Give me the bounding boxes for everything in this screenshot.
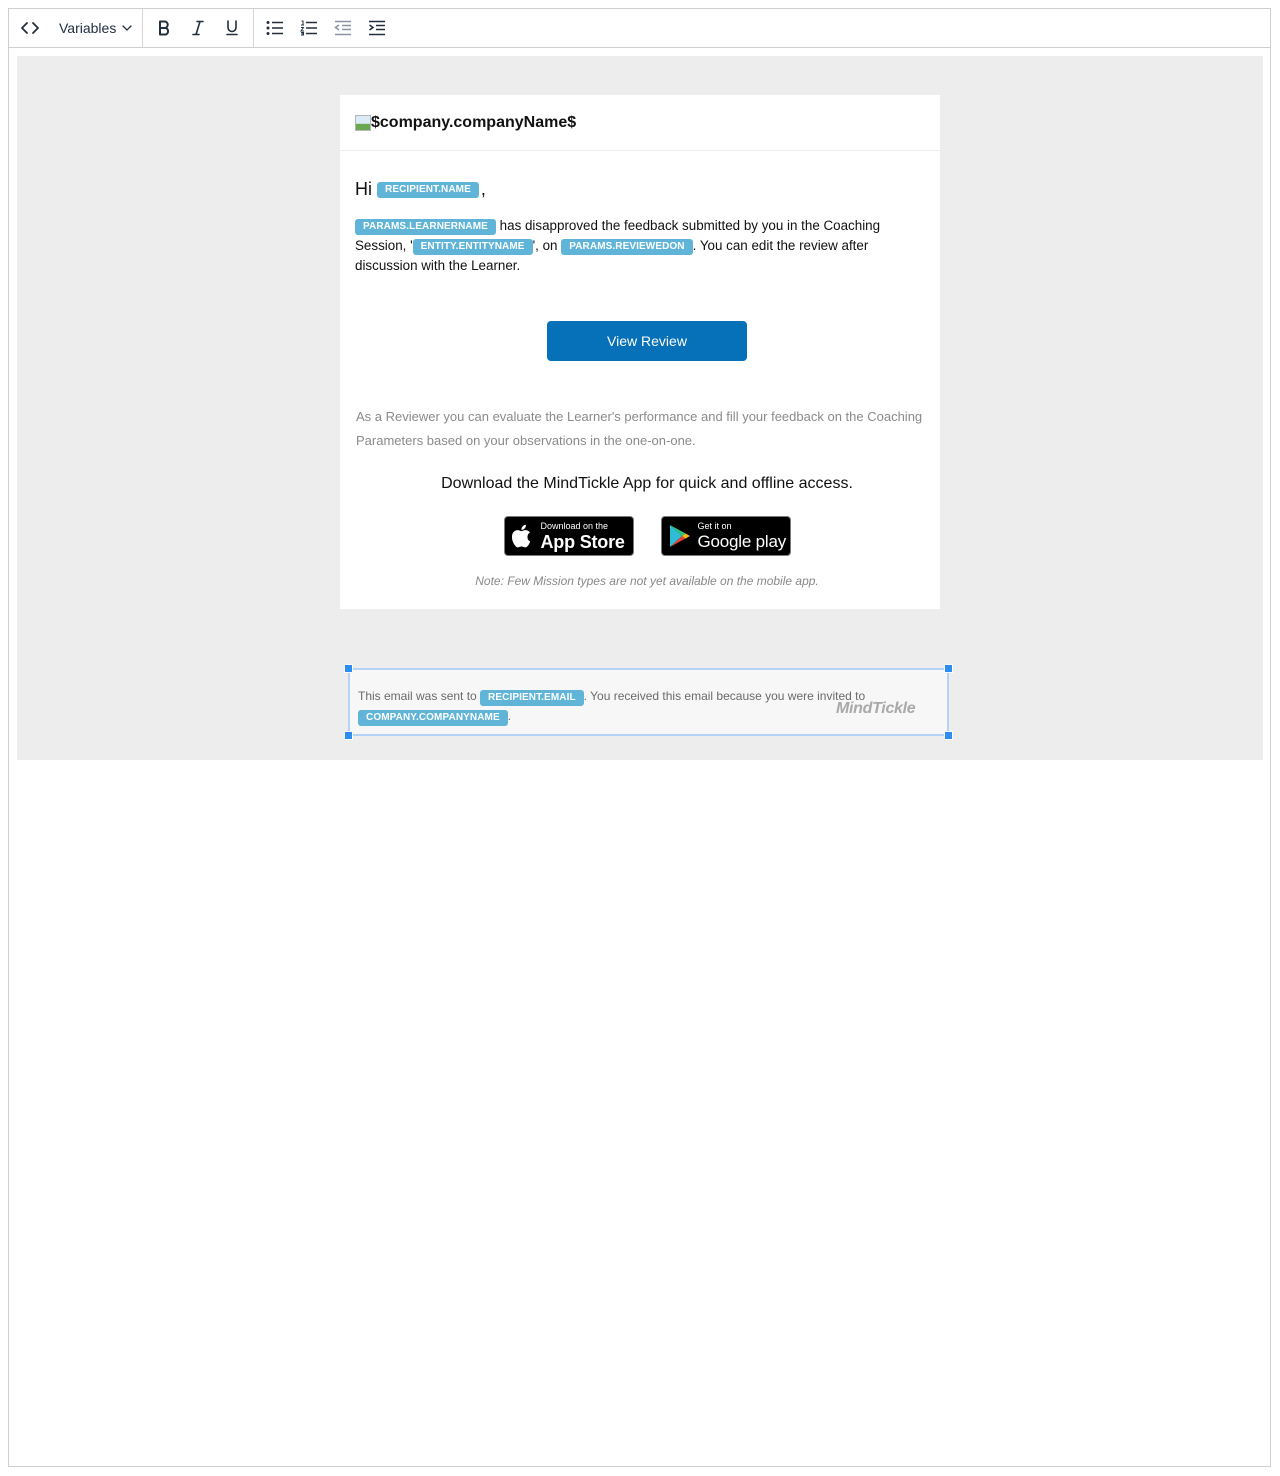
variable-tag-recipient-name[interactable]: RECIPIENT.NAME	[377, 181, 479, 198]
google-play-small-text: Get it on	[697, 521, 732, 531]
paragraph-text: ', on	[532, 238, 562, 253]
footer-text-part: This email was sent to	[358, 689, 481, 703]
resize-handle-top-right[interactable]	[944, 664, 953, 673]
resize-handle-top-left[interactable]	[344, 664, 353, 673]
broken-image-icon	[355, 114, 371, 131]
bullet-list-icon	[266, 21, 284, 35]
company-logo: $company.companyName$	[355, 114, 576, 132]
source-code-button[interactable]	[13, 9, 47, 47]
app-badges: Download on the App Store Get it on Goog…	[354, 516, 940, 556]
email-content: Hi RECIPIENT.NAME , PARAMS.LEARNERNAME h…	[340, 151, 940, 276]
google-play-badge[interactable]: Get it on Google play	[660, 516, 791, 556]
app-store-small-text: Download on the	[540, 520, 609, 531]
footer-text-part: . You received this email because you we…	[583, 689, 866, 703]
email-body: $company.companyName$ Hi RECIPIENT.NAME …	[340, 95, 940, 609]
cta-container: View Review	[354, 276, 940, 361]
company-logo-alt-text: $company.companyName$	[371, 113, 577, 131]
email-canvas[interactable]: $company.companyName$ Hi RECIPIENT.NAME …	[17, 56, 1263, 760]
bold-button[interactable]	[147, 9, 181, 47]
google-play-icon	[669, 525, 690, 547]
numbered-list-button[interactable]	[292, 9, 326, 47]
variables-label: Variables	[59, 20, 117, 36]
mobile-note: Note: Few Mission types are not yet avai…	[475, 574, 819, 588]
download-heading: Download the MindTickle App for quick an…	[441, 475, 853, 492]
variable-tag-company-name[interactable]: COMPANY.COMPANYNAME	[358, 710, 508, 726]
google-play-big-text: Google play	[697, 532, 787, 551]
app-store-badge[interactable]: Download on the App Store	[503, 516, 634, 556]
toolbar-group-lists	[254, 9, 394, 47]
greeting-suffix: ,	[480, 179, 486, 199]
variable-tag-reviewed-on[interactable]: PARAMS.REVIEWEDON	[561, 239, 693, 255]
message-paragraph: PARAMS.LEARNERNAME has disapproved the f…	[355, 216, 927, 276]
view-review-button[interactable]: View Review	[547, 321, 747, 361]
outdent-button[interactable]	[326, 9, 360, 47]
outdent-icon	[334, 20, 352, 36]
code-icon	[21, 22, 39, 34]
toolbar-group-insert: Variables	[9, 9, 142, 47]
variable-tag-entity-name[interactable]: ENTITY.ENTITYNAME	[412, 239, 533, 255]
variables-dropdown[interactable]: Variables	[47, 9, 142, 47]
chevron-down-icon	[122, 25, 132, 31]
underline-button[interactable]	[215, 9, 249, 47]
italic-icon	[192, 20, 205, 36]
greeting: Hi RECIPIENT.NAME ,	[355, 179, 927, 200]
email-header: $company.companyName$	[340, 95, 940, 151]
indent-button[interactable]	[360, 9, 394, 47]
resize-handle-bottom-right[interactable]	[944, 731, 953, 740]
indent-icon	[369, 20, 386, 36]
underline-icon	[226, 20, 239, 36]
resize-handle-bottom-left[interactable]	[344, 731, 353, 740]
bold-icon	[159, 20, 170, 36]
reviewer-note: As a Reviewer you can evaluate the Learn…	[356, 409, 923, 448]
bullet-list-button[interactable]	[258, 9, 292, 47]
numbered-list-icon	[300, 20, 318, 36]
app-store-big-text: App Store	[540, 531, 625, 552]
footer-text-part: .	[507, 709, 512, 723]
variable-tag-recipient-email[interactable]: RECIPIENT.EMAIL	[480, 690, 584, 706]
mindtickle-logo: MindTickle	[836, 700, 916, 717]
editor-toolbar: Variables	[9, 8, 1270, 48]
variable-tag-learner-name[interactable]: PARAMS.LEARNERNAME	[355, 219, 496, 235]
italic-button[interactable]	[181, 9, 215, 47]
greeting-prefix: Hi	[355, 179, 372, 199]
rich-text-editor: Variables $company.companyName$ Hi RECIP…	[8, 8, 1271, 1467]
toolbar-group-format	[143, 9, 249, 47]
apple-icon	[511, 524, 530, 548]
